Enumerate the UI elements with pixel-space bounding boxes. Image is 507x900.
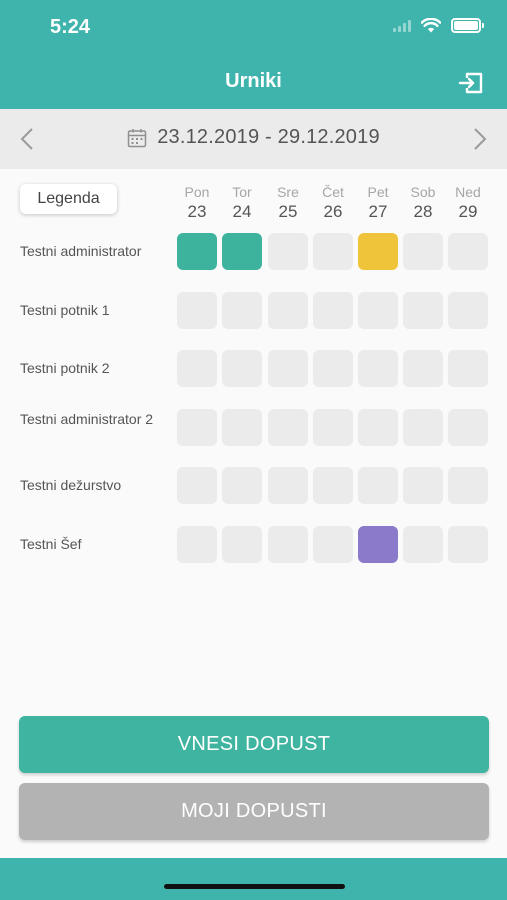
schedule-cell[interactable] [313,292,353,329]
schedule-cell[interactable] [313,467,353,504]
bottom-bar [0,858,507,900]
schedule-cell[interactable] [358,467,398,504]
schedule-cell[interactable] [448,292,488,329]
schedule-cell[interactable] [448,526,488,563]
schedule-cell[interactable] [177,467,217,504]
logout-icon [458,72,483,94]
day-number: 29 [458,202,478,221]
schedule-cell[interactable] [222,292,262,329]
day-name: Pon [184,184,210,200]
legend-button[interactable]: Legenda [20,184,117,214]
page-title: Urniki [225,70,282,92]
logout-button[interactable] [457,69,485,97]
day-header: Tor 24 [222,184,262,223]
schedule-cell[interactable] [448,233,488,270]
day-header: Pon 23 [177,184,217,223]
chevron-right-icon [474,128,487,150]
employee-name: Testni administrator 2 [20,411,154,427]
add-leave-button[interactable]: VNESI DOPUST [19,716,489,773]
my-leaves-button[interactable]: MOJI DOPUSTI [19,783,489,840]
day-number: 26 [323,202,343,221]
schedule-cell[interactable] [358,292,398,329]
schedule-cell[interactable] [222,350,262,387]
schedule-cell[interactable] [313,526,353,563]
employee-name: Testni potnik 1 [20,302,110,318]
day-header: Sob 28 [403,184,443,223]
top-navigation-bar: Urniki [0,56,507,109]
schedule-cell[interactable] [358,350,398,387]
schedule-cell[interactable] [358,233,398,270]
schedule-cell[interactable] [268,526,308,563]
schedule-cell[interactable] [358,409,398,446]
schedule-cell[interactable] [313,350,353,387]
day-header: Čet 26 [313,184,353,223]
schedule-cell[interactable] [268,467,308,504]
schedule-cell[interactable] [177,409,217,446]
day-name: Ned [455,184,481,200]
employee-name: Testni administrator [20,243,142,259]
schedule-cell[interactable] [448,467,488,504]
schedule-cell[interactable] [268,350,308,387]
schedule-cell[interactable] [403,350,443,387]
status-icons [393,18,484,33]
schedule-cell[interactable] [313,409,353,446]
calendar-icon [127,128,147,147]
schedule-cell[interactable] [222,409,262,446]
schedule-cell[interactable] [177,233,217,270]
week-selector: 23.12.2019 - 29.12.2019 [0,109,507,169]
day-name: Čet [322,184,344,200]
schedule-cell[interactable] [403,233,443,270]
day-name: Pet [367,184,389,200]
schedule-cell[interactable] [177,292,217,329]
schedule-cell[interactable] [268,409,308,446]
employee-name: Testni dežurstvo [20,477,122,493]
schedule-cell[interactable] [222,467,262,504]
day-header: Sre 25 [268,184,308,223]
status-bar: 5:24 [0,0,507,56]
day-number: 23 [187,202,207,221]
cellular-signal-icon [393,19,411,32]
employee-name: Testni potnik 2 [20,360,110,376]
day-header: Ned 29 [448,184,488,223]
schedule-cell[interactable] [448,409,488,446]
day-number: 27 [368,202,388,221]
day-number: 25 [278,202,298,221]
day-name: Tor [232,184,252,200]
status-time: 5:24 [50,16,91,38]
schedule-cell[interactable] [403,292,443,329]
schedule-cell[interactable] [403,409,443,446]
day-header: Pet 27 [358,184,398,223]
schedule-cell[interactable] [222,526,262,563]
schedule-cell[interactable] [177,350,217,387]
home-indicator[interactable] [164,884,345,889]
week-range[interactable]: 23.12.2019 - 29.12.2019 [0,126,507,149]
schedule-cell[interactable] [222,233,262,270]
schedule-cell[interactable] [268,292,308,329]
wifi-icon [421,18,441,33]
schedule-cell[interactable] [177,526,217,563]
schedule-cell[interactable] [448,350,488,387]
schedule-cell[interactable] [403,467,443,504]
schedule-cell[interactable] [268,233,308,270]
next-week-button[interactable] [467,125,493,153]
schedule-cell[interactable] [358,526,398,563]
day-number: 24 [232,202,252,221]
day-name: Sre [277,184,299,200]
week-range-text: 23.12.2019 - 29.12.2019 [157,126,380,148]
employee-name: Testni Šef [20,536,82,552]
day-number: 28 [413,202,433,221]
schedule-cell[interactable] [313,233,353,270]
schedule-cell[interactable] [403,526,443,563]
battery-icon [451,18,484,33]
day-name: Sob [410,184,436,200]
